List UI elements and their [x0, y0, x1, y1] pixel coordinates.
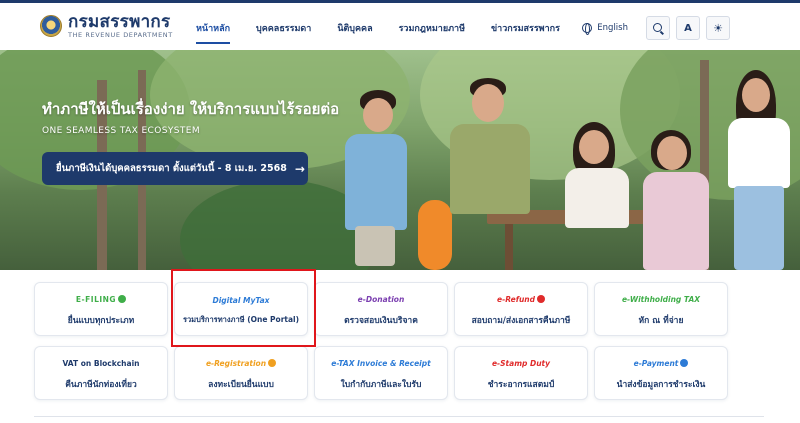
- e-donation-logo-icon: e-Donation: [357, 294, 405, 304]
- service-card-e-tax-invoice[interactable]: e-TAX Invoice & Receipt ใบกำกับภาษีและใบ…: [314, 346, 448, 400]
- nav-item-news[interactable]: ข่าวกรมสรรพากร: [491, 3, 560, 53]
- nav-item-tax-law[interactable]: รวมกฎหมายภาษี: [399, 3, 465, 53]
- arrow-right-icon: →: [294, 161, 305, 176]
- theme-toggle-button[interactable]: ☀: [706, 16, 730, 40]
- e-tax-invoice-logo-icon: e-TAX Invoice & Receipt: [331, 358, 431, 368]
- logo-title-th: กรมสรรพากร: [68, 12, 171, 32]
- service-card-e-refund[interactable]: e-Refund สอบถาม/ส่งเอกสารคืนภาษี: [454, 282, 588, 336]
- e-filing-logo-icon: E-FILING: [76, 292, 127, 307]
- site-header: กรมสรรพากร THE REVENUE DEPARTMENT หน้าหล…: [0, 0, 800, 50]
- service-card-vat-refund[interactable]: VAT on Blockchain คืนภาษีนักท่องเที่ยว: [34, 346, 168, 400]
- e-withholding-logo-icon: e-Withholding TAX: [621, 294, 701, 304]
- service-label: คืนภาษีนักท่องเที่ยว: [65, 379, 137, 390]
- sun-icon: ☀: [713, 21, 723, 35]
- logo-text: กรมสรรพากร THE REVENUE DEPARTMENT: [68, 13, 173, 39]
- cta-label: ยื่นภาษีเงินได้บุคคลธรรมดา ตั้งแต่วันนี้…: [56, 163, 287, 174]
- service-label: ตรวจสอบเงินบริจาค: [344, 315, 418, 326]
- service-card-e-filing[interactable]: E-FILING ยื่นแบบทุกประเภท: [34, 282, 168, 336]
- search-icon: [652, 22, 662, 32]
- font-size-button[interactable]: A: [676, 16, 700, 40]
- nav-item-corporate[interactable]: นิติบุคคล: [337, 3, 372, 53]
- hero-banner: ทำภาษีให้เป็นเรื่องง่าย ให้บริการแบบไร้ร…: [0, 50, 800, 270]
- highlight-box: [171, 269, 316, 347]
- e-registration-logo-icon: e-Registration: [206, 356, 277, 371]
- nav-item-home[interactable]: หน้าหลัก: [196, 3, 231, 53]
- nav-item-individual[interactable]: บุคคลธรรมดา: [256, 3, 311, 53]
- logo-title-en: THE REVENUE DEPARTMENT: [68, 31, 173, 39]
- service-label: ใบกำกับภาษีและใบรับ: [340, 379, 422, 390]
- section-divider: [34, 416, 764, 417]
- department-seal-icon: [40, 15, 62, 37]
- service-label: นำส่งข้อมูลการชำระเงิน: [616, 379, 706, 390]
- service-card-e-donation[interactable]: e-Donation ตรวจสอบเงินบริจาค: [314, 282, 448, 336]
- vat-blockchain-logo-icon: VAT on Blockchain: [62, 358, 140, 368]
- service-label: สอบถาม/ส่งเอกสารคืนภาษี: [471, 315, 571, 326]
- service-label: ชำระอากรแสตมป์: [487, 379, 555, 390]
- revenue-department-logo[interactable]: กรมสรรพากร THE REVENUE DEPARTMENT: [40, 13, 173, 39]
- search-button[interactable]: [646, 16, 670, 40]
- service-card-e-stamp-duty[interactable]: e-Stamp Duty ชำระอากรแสตมป์: [454, 346, 588, 400]
- language-switch[interactable]: English: [582, 23, 628, 35]
- service-label: ยื่นแบบทุกประเภท: [67, 315, 135, 326]
- table-leg: [505, 224, 513, 270]
- service-label: ลงทะเบียนยื่นแบบ: [208, 379, 274, 390]
- hero-subtitle: ONE SEAMLESS TAX ECOSYSTEM: [42, 126, 200, 136]
- e-refund-logo-icon: e-Refund: [497, 292, 545, 307]
- language-label: English: [597, 23, 628, 33]
- e-payment-logo-icon: e-Payment: [634, 356, 689, 371]
- file-income-tax-button[interactable]: ยื่นภาษีเงินได้บุคคลธรรมดา ตั้งแต่วันนี้…: [42, 152, 308, 185]
- service-card-e-payment[interactable]: e-Payment นำส่งข้อมูลการชำระเงิน: [594, 346, 728, 400]
- header-tools: English A ☀: [582, 16, 730, 40]
- e-stamp-duty-logo-icon: e-Stamp Duty: [491, 358, 551, 368]
- service-label: หัก ณ ที่จ่าย: [638, 315, 684, 326]
- service-card-e-withholding[interactable]: e-Withholding TAX หัก ณ ที่จ่าย: [594, 282, 728, 336]
- hero-title: ทำภาษีให้เป็นเรื่องง่าย ให้บริการแบบไร้ร…: [42, 100, 340, 118]
- main-nav: หน้าหลัก บุคคลธรรมดา นิติบุคคล รวมกฎหมาย…: [196, 3, 586, 53]
- globe-icon: [582, 23, 593, 35]
- service-card-e-registration[interactable]: e-Registration ลงทะเบียนยื่นแบบ: [174, 346, 308, 400]
